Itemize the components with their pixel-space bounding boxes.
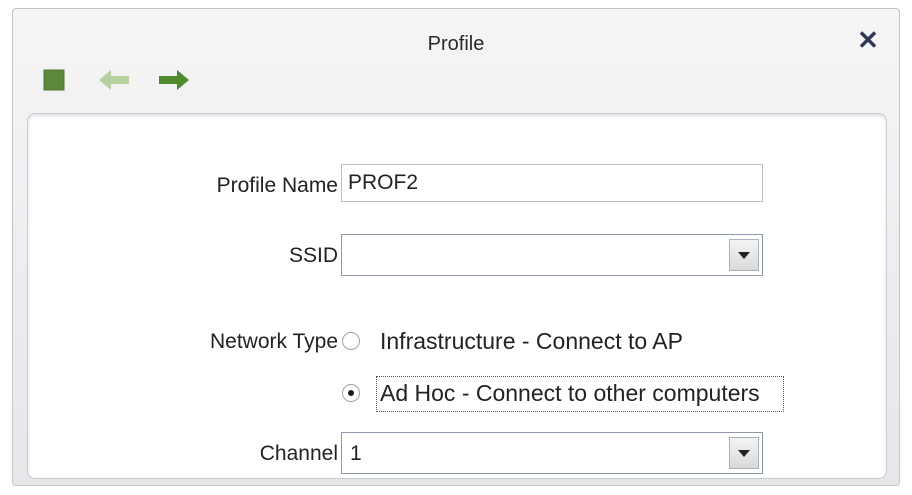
stop-icon[interactable] [41,67,71,97]
dialog-title: Profile [427,33,485,55]
channel-value: 1 [350,442,362,465]
profile-dialog: Profile ✕ Profile Name PROF2 SSID Networ… [12,8,900,486]
radio-button[interactable] [342,332,360,350]
channel-combobox[interactable]: 1 [341,432,763,474]
forward-arrow-icon[interactable] [157,67,189,97]
radio-button-selected[interactable] [342,384,360,402]
chevron-down-icon[interactable] [729,437,759,469]
profile-name-label: Profile Name [216,174,338,197]
focus-rectangle [376,376,784,412]
chevron-down-icon[interactable] [729,239,759,271]
profile-form-panel: Profile Name PROF2 SSID Network Type Inf… [27,113,887,479]
channel-label: Channel [259,442,338,465]
close-icon[interactable]: ✕ [855,27,881,53]
radio-infrastructure-label: Infrastructure - Connect to AP [380,328,683,354]
radio-infrastructure[interactable]: Infrastructure - Connect to AP [342,328,742,358]
back-arrow-icon[interactable] [97,67,129,97]
ssid-combobox[interactable] [341,234,763,276]
network-type-label: Network Type [210,330,338,353]
ssid-label: SSID [288,244,338,267]
profile-name-input[interactable]: PROF2 [341,164,763,202]
